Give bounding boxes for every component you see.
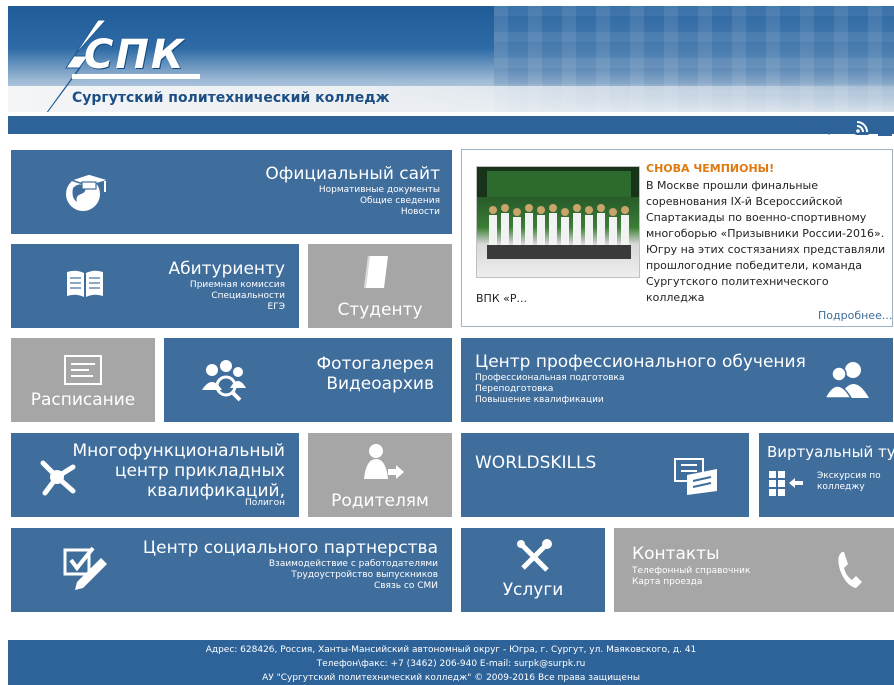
tools-icon (517, 539, 552, 572)
globe-graduate-icon (66, 173, 112, 211)
tile-title-line: Фотогалерея (316, 354, 435, 374)
parent-arrow-icon (364, 444, 404, 479)
tile-title-line: Видеоархив (326, 374, 434, 394)
tile-title: Абитуриенту (168, 259, 285, 279)
news-title[interactable]: СНОВА ЧЕМПИОНЫ! (646, 162, 774, 175)
tile-official-site[interactable]: Официальный сайт Нормативные документы О… (11, 150, 452, 234)
tile-link[interactable]: Полигон (245, 498, 285, 509)
people-search-icon (202, 360, 246, 402)
tile-link[interactable]: Профессиональная подготовка (475, 373, 624, 384)
tile-gallery[interactable]: Фотогалерея Видеоархив (164, 338, 452, 422)
tile-links: Взаимодействие с работодателями Трудоуст… (269, 559, 438, 592)
tile-title: Контакты (632, 544, 720, 564)
schedule-board-icon (64, 355, 102, 385)
tile-link[interactable]: Трудоустройство выпускников (269, 570, 438, 581)
checkbox-pencil-icon (63, 546, 107, 590)
tile-link[interactable]: Переподготовка (475, 384, 624, 395)
tile-link[interactable]: Карта проезда (632, 577, 750, 588)
logo-underline (72, 74, 200, 79)
book-icon (67, 270, 103, 297)
tile-title-line: центр прикладных (114, 461, 285, 481)
footer-address: Адрес: 628426, Россия, Ханты-Мансийский … (205, 645, 697, 655)
news-more-link[interactable]: Подробнее... (818, 309, 892, 322)
tile-worldskills[interactable]: WORLDSKILLS (461, 433, 749, 517)
tile-schedule[interactable]: Расписание (11, 338, 155, 422)
news-body: В Москве прошли финальные соревнования I… (646, 179, 886, 304)
tile-professional-training[interactable]: Центр профессионального обучения Професс… (461, 338, 893, 422)
search-icon[interactable] (825, 118, 845, 136)
tile-title: Фотогалерея Видеоархив (317, 354, 435, 394)
tile-link[interactable]: ЕГЭ (190, 302, 285, 313)
tile-title: Услуги (502, 580, 564, 600)
tile-desc-line: колледжу (817, 482, 865, 492)
site-footer: Адрес: 628426, Россия, Ханты-Мансийский … (8, 640, 894, 685)
users-icon (823, 362, 869, 399)
tile-links: Профессиональная подготовка Переподготов… (475, 373, 624, 406)
key-icon[interactable] (798, 118, 818, 136)
tile-title: Родителям (331, 491, 429, 511)
tile-link[interactable]: Приемная комиссия (190, 280, 285, 291)
tile-link[interactable]: Связь со СМИ (269, 581, 438, 592)
tile-parents[interactable]: Родителям (308, 433, 452, 517)
phone-icon (838, 552, 862, 588)
tile-links: Нормативные документы Общие сведения Нов… (319, 185, 440, 218)
tile-virtual-tour[interactable]: Виртуальный тур Экскурсия по колледжу (759, 433, 894, 517)
tile-social-partnership[interactable]: Центр социального партнерства Взаимодейс… (11, 528, 452, 612)
nav-bar-top-line (8, 112, 894, 116)
news-body-tail: ВПК «Р... (476, 292, 527, 305)
notebook-icon (364, 256, 388, 288)
site-header: СПК Сургутский политехнический колледж (8, 6, 894, 112)
tile-link[interactable]: Повышение квалификации (475, 395, 624, 406)
tile-title: Виртуальный тур (767, 443, 894, 461)
footer-copyright: АУ "Сургутский политехнический колледж" … (262, 673, 640, 683)
tile-title: Официальный сайт (265, 164, 440, 184)
tile-title: Многофункциональный центр прикладных ква… (72, 441, 285, 501)
tile-title: Центр профессионального обучения (475, 352, 806, 372)
team-photo-image (477, 167, 639, 259)
tile-services[interactable]: Услуги (461, 528, 605, 612)
tile-title-line: Многофункциональный (72, 441, 285, 461)
tile-desc: Экскурсия по колледжу (817, 471, 881, 493)
tile-title: Студенту (337, 300, 423, 320)
grid-arrow-icon (769, 471, 803, 496)
tile-link[interactable]: Специальности (190, 291, 285, 302)
home-icon[interactable] (874, 117, 894, 136)
tile-title: Центр социального партнерства (142, 538, 438, 558)
tile-applicant[interactable]: Абитуриенту Приемная комиссия Специально… (11, 244, 299, 328)
tile-links: Приемная комиссия Специальности ЕГЭ (190, 280, 285, 313)
tile-link[interactable]: Новости (319, 207, 440, 218)
rss-icon[interactable] (852, 118, 872, 136)
logo-text[interactable]: СПК (84, 32, 186, 78)
tile-title: Расписание (30, 390, 136, 410)
footer-contacts: Телефон\факс: +7 (3462) 206-940 E-mail: … (316, 659, 586, 669)
news-photo[interactable] (476, 166, 640, 278)
tile-link[interactable]: Нормативные документы (319, 185, 440, 196)
tile-mfc[interactable]: Многофункциональный центр прикладных ква… (11, 433, 299, 517)
tile-desc-line: Экскурсия по (817, 471, 881, 481)
tile-student[interactable]: Студенту (308, 244, 452, 328)
tile-link[interactable]: Общие сведения (319, 196, 440, 207)
tile-link[interactable]: Телефонный справочник (632, 566, 750, 577)
tile-link[interactable]: Взаимодействие с работодателями (269, 559, 438, 570)
tile-title: WORLDSKILLS (475, 453, 597, 473)
college-name: Сургутский политехнический колледж (72, 90, 390, 106)
tile-contacts[interactable]: Контакты Телефонный справочник Карта про… (614, 528, 894, 612)
checklist-documents-icon (674, 458, 717, 495)
tile-links: Телефонный справочник Карта проезда (632, 566, 750, 588)
